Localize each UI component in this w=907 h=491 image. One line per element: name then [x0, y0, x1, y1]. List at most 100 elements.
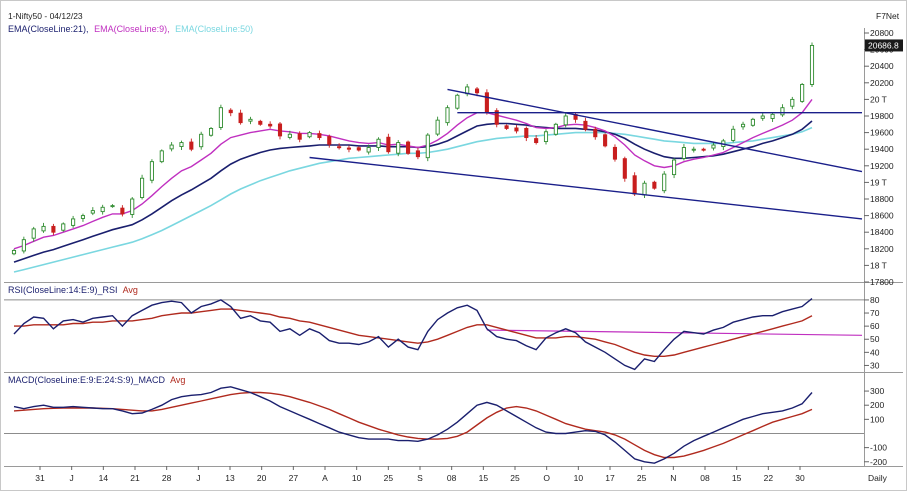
- candle-body: [406, 141, 411, 154]
- x-tick-label: 25: [384, 473, 394, 483]
- candle-body: [425, 134, 430, 159]
- rsi-title: RSI(CloseLine:14:E:9)_RSI: [8, 285, 118, 295]
- candle-body: [386, 136, 391, 153]
- candle-body: [760, 115, 765, 119]
- candle-body: [701, 148, 706, 151]
- x-tick-label: N: [670, 473, 676, 483]
- x-tick-label: 25: [510, 473, 520, 483]
- candle-body: [277, 123, 283, 137]
- candle-body: [474, 88, 480, 94]
- candle-body: [110, 205, 115, 208]
- x-tick-label: 15: [479, 473, 489, 483]
- candle-body: [445, 107, 450, 124]
- rsi-legend: RSI(CloseLine:14:E:9)_RSI Avg: [8, 285, 138, 295]
- candle-body: [51, 225, 56, 233]
- candle-body: [80, 215, 86, 219]
- macd-avg-label: Avg: [170, 375, 185, 385]
- price-y-tick-label: 19200: [870, 161, 894, 171]
- x-tick-label: 08: [447, 473, 457, 483]
- price-y-tick-label: 20400: [870, 61, 894, 71]
- candle-body: [642, 182, 647, 196]
- rsi-avg-label: Avg: [123, 285, 138, 295]
- candle-body: [120, 207, 125, 215]
- x-tick-label: O: [543, 473, 550, 483]
- x-tick-label: 20: [257, 473, 267, 483]
- candle-body: [189, 141, 194, 150]
- corner-label: F7Net: [876, 11, 900, 21]
- macd-legend: MACD(CloseLine:E:9:E:24:S:9)_MACD Avg: [8, 375, 185, 385]
- candle-body: [61, 223, 66, 231]
- candle-body: [41, 225, 46, 232]
- x-tick-label: 22: [764, 473, 774, 483]
- rsi-y-tick-label: 70: [870, 308, 880, 318]
- x-tick-label: 28: [162, 473, 172, 483]
- chart-canvas: 1-Nifty50 - 04/12/23 F7Net EMA(CloseLine…: [0, 0, 907, 491]
- x-tick-label: 15: [732, 473, 742, 483]
- candle-body: [534, 138, 539, 144]
- outer-border: [0, 0, 907, 491]
- price-y-tick-label: 19400: [870, 144, 894, 154]
- macd-y-tick-label: 100: [870, 414, 884, 424]
- chart-stage: 1-Nifty50 - 04/12/23 F7Net EMA(CloseLine…: [0, 0, 907, 491]
- candle-body: [780, 107, 785, 116]
- rsi-y-tick-label: 50: [870, 334, 880, 344]
- candle-body: [711, 144, 716, 149]
- price-y-tick-label: 18400: [870, 227, 894, 237]
- x-tick-label: 30: [795, 473, 805, 483]
- candle-body: [681, 147, 686, 159]
- candle-body: [800, 84, 805, 102]
- candle-body: [297, 133, 302, 140]
- macd-y-tick-label: 200: [870, 400, 884, 410]
- candle-body: [31, 228, 36, 239]
- candle-body: [583, 120, 588, 130]
- rsi-y-tick-label: 60: [870, 321, 880, 331]
- price-y-tick-label: 20 T: [870, 94, 887, 104]
- rsi-y-tick-label: 80: [870, 295, 880, 305]
- candle-body: [504, 125, 509, 129]
- macd-panel: 300 200 100 -100 -200: [4, 386, 887, 467]
- candle-body: [731, 128, 736, 141]
- candle-body: [248, 118, 253, 122]
- candle-body: [218, 107, 223, 128]
- rsi-resistance-line: [486, 329, 863, 336]
- candle-body: [750, 118, 755, 126]
- x-tick-label: 14: [99, 473, 109, 483]
- price-y-tick-label: 18 T: [870, 260, 887, 270]
- candle-body: [652, 181, 657, 189]
- x-tick-label: 10: [574, 473, 584, 483]
- candle-body: [691, 148, 696, 151]
- candle-body: [287, 133, 292, 138]
- legend-ema21: EMA(CloseLine:21),: [8, 24, 89, 34]
- candle-body: [208, 127, 214, 136]
- candle-body: [140, 177, 145, 198]
- candle-body: [543, 131, 549, 143]
- price-y-tick-label: 18800: [870, 194, 894, 204]
- x-tick-label: 27: [289, 473, 299, 483]
- candle-body: [21, 239, 26, 252]
- candle-body: [149, 161, 154, 181]
- macd-y-tick-label: -200: [870, 457, 887, 467]
- last-price-label: 20686.8: [868, 40, 899, 50]
- candle-body: [11, 250, 17, 255]
- x-tick-label: 10: [352, 473, 362, 483]
- candle-body: [740, 123, 746, 128]
- candle-body: [484, 92, 489, 114]
- candle-body: [228, 109, 233, 114]
- macd-y-tick-label: 300: [870, 386, 884, 396]
- candle-body: [415, 150, 420, 158]
- candle-body: [672, 159, 677, 176]
- candle-body: [563, 115, 568, 126]
- x-tick-label: A: [322, 473, 328, 483]
- timeframe-label: Daily: [868, 473, 888, 483]
- candle-body: [199, 133, 204, 148]
- candle-body: [435, 119, 440, 135]
- macd-line: [13, 386, 813, 464]
- x-tick-label: J: [70, 473, 74, 483]
- candle-body: [603, 134, 608, 147]
- candle-body: [524, 127, 529, 139]
- price-y-tick-label: 18200: [870, 244, 894, 254]
- candle-body: [130, 198, 135, 215]
- x-tick-label: 17: [605, 473, 615, 483]
- candle-body: [790, 98, 795, 107]
- falling-trendline-lower: [309, 156, 863, 220]
